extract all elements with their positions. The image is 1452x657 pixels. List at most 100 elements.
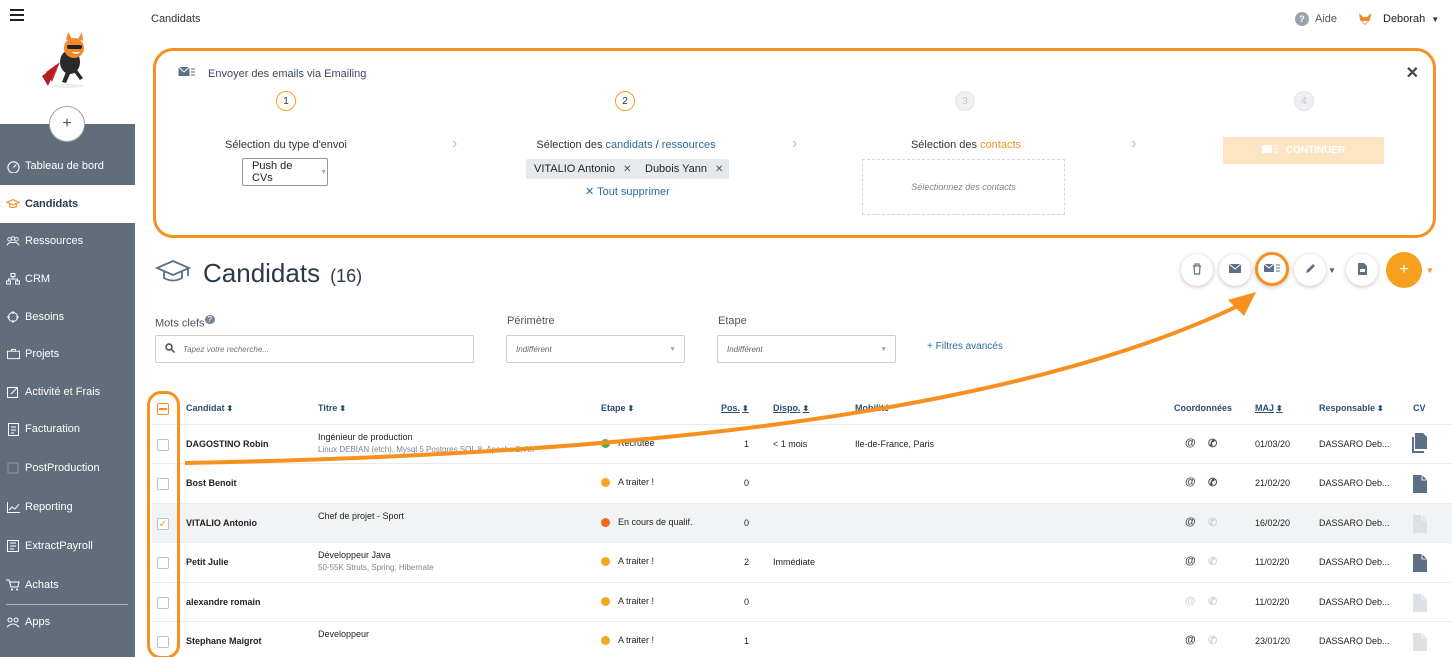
search-field[interactable] (183, 344, 443, 354)
help-icon[interactable]: ? (204, 315, 215, 324)
candidate-name[interactable]: DAGOSTINO Robin (186, 439, 269, 449)
email-icon[interactable]: @ (1185, 634, 1196, 646)
sidebar-item-extractpayroll[interactable]: ExtractPayroll (0, 527, 135, 565)
continue-button[interactable]: CONTINUER (1223, 137, 1384, 164)
chevron-down-icon[interactable]: ▼ (1426, 266, 1434, 275)
breadcrumb: Candidats (151, 13, 201, 25)
help-label: Aide (1315, 13, 1338, 25)
briefcase-icon (6, 347, 20, 361)
remove-chip-icon[interactable]: ✕ (623, 164, 631, 175)
add-candidate-button[interactable]: + (1386, 252, 1422, 288)
emailing-button[interactable] (1255, 252, 1289, 286)
sidebar-item-postproduction[interactable]: PostProduction (0, 449, 135, 487)
hamburger-menu-icon[interactable] (10, 9, 24, 21)
sidebar-item-label: ExtractPayroll (25, 540, 93, 552)
documents-icon[interactable] (1412, 433, 1428, 453)
close-icon[interactable]: ✕ (1406, 63, 1419, 83)
candidate-name[interactable]: Petit Julie (186, 557, 229, 567)
sidebar-item-dashboard[interactable]: Tableau de bord (0, 147, 135, 185)
selected-chip: VITALIO Antonio ✕ (526, 159, 638, 179)
edit-button[interactable] (1294, 254, 1326, 286)
keywords-label: Mots clefs? (155, 315, 215, 330)
candidate-name[interactable]: VITALIO Antonio (186, 518, 257, 528)
file-icon[interactable] (1412, 593, 1428, 613)
apps-icon (6, 615, 20, 629)
send-type-select[interactable]: Push de CVs ▼ (242, 158, 328, 186)
stage-label: En cours de qualif. (618, 517, 693, 527)
search-input[interactable] (155, 335, 474, 363)
file-icon (1357, 262, 1367, 278)
header-responsable[interactable]: Responsable ⬍ (1319, 403, 1384, 413)
close-icon: ✕ (585, 186, 598, 198)
advanced-filters-link[interactable]: + Filtres avancés (927, 341, 1003, 352)
header-candidat[interactable]: Candidat ⬍ (186, 403, 233, 413)
chevron-down-icon[interactable]: ▼ (1328, 266, 1336, 275)
header-etape[interactable]: Etape ⬍ (601, 403, 634, 413)
delete-button[interactable] (1181, 254, 1213, 286)
checkbox-column-highlight (147, 391, 180, 657)
email-icon[interactable]: @ (1185, 437, 1196, 449)
email-list-icon (1263, 263, 1280, 276)
candidate-name[interactable]: Stephane Maigrot (186, 636, 262, 646)
header-dispo[interactable]: Dispo. ⬍ (773, 403, 809, 413)
crosshair-icon (6, 310, 20, 324)
phone-icon[interactable]: ✆ (1208, 437, 1217, 450)
status-dot (601, 439, 610, 449)
email-icon[interactable]: @ (1185, 476, 1196, 488)
header-maj[interactable]: MAJ ⬍ (1255, 403, 1283, 413)
phone-icon[interactable]: ✆ (1208, 516, 1217, 529)
phone-icon[interactable]: ✆ (1208, 476, 1217, 489)
sidebar-item-label: Apps (25, 616, 51, 628)
sidebar-item-crm[interactable]: CRM (0, 260, 135, 298)
export-button[interactable] (1346, 254, 1378, 286)
perimeter-select[interactable]: Indifférent ▼ (506, 335, 685, 363)
candidate-name[interactable]: Bost Benoit (186, 478, 237, 488)
sidebar-item-besoins[interactable]: Besoins (0, 298, 135, 336)
table-row[interactable]: Stephane Maigrot Developpeur A traiter !… (152, 621, 1452, 657)
sidebar-item-reporting[interactable]: Reporting (0, 488, 135, 526)
header-label: Responsable (1319, 403, 1376, 413)
sidebar-item-ressources[interactable]: Ressources (0, 222, 135, 260)
add-button[interactable]: + (49, 106, 85, 142)
table-row[interactable]: ✓ VITALIO Antonio Chef de projet - Sport… (152, 503, 1452, 543)
table-row[interactable]: DAGOSTINO Robin Ingénieur de production … (152, 424, 1452, 464)
email-button[interactable] (1219, 254, 1251, 286)
chevron-down-icon: ▼ (320, 168, 327, 176)
file-icon[interactable] (1412, 553, 1428, 573)
phone-icon[interactable]: ✆ (1208, 555, 1217, 568)
table-row[interactable]: alexandre romain A traiter ! 0 @ ✆ 11/02… (152, 582, 1452, 622)
step-3-label: Sélection des contacts (896, 139, 1036, 151)
header-pos[interactable]: Pos. ⬍ (721, 403, 749, 413)
phone-icon[interactable]: ✆ (1208, 595, 1217, 608)
remove-chip-icon[interactable]: ✕ (715, 164, 723, 175)
phone-icon[interactable]: ✆ (1208, 634, 1217, 647)
email-icon[interactable]: @ (1185, 555, 1196, 567)
sitemap-icon (6, 272, 20, 286)
stage-select[interactable]: Indifférent ▼ (717, 335, 896, 363)
clear-all-link[interactable]: ✕ Tout supprimer (585, 185, 670, 198)
sidebar-item-projets[interactable]: Projets (0, 335, 135, 373)
table-row[interactable]: Petit Julie Développeur Java 50-55K Stru… (152, 542, 1452, 582)
header-label: MAJ (1255, 403, 1275, 413)
file-icon[interactable] (1412, 514, 1428, 534)
step-1-label: Sélection du type d'envoi (225, 139, 347, 151)
sidebar-item-facturation[interactable]: Facturation (0, 410, 135, 448)
candidate-owner: DASSARO Deb... (1319, 439, 1390, 449)
table-row[interactable]: Bost Benoit A traiter ! 0 @ ✆ 21/02/20 D… (152, 463, 1452, 503)
sidebar-item-achats[interactable]: Achats (0, 566, 135, 604)
email-icon[interactable]: @ (1185, 595, 1196, 607)
help-link[interactable]: ? Aide (1295, 12, 1337, 26)
candidate-name[interactable]: alexandre romain (186, 597, 261, 607)
candidate-pos: 1 (744, 636, 750, 646)
sidebar-item-apps[interactable]: Apps (0, 603, 135, 641)
contacts-dropzone[interactable]: Sélectionnez des contacts (862, 159, 1065, 215)
header-titre[interactable]: Titre ⬍ (318, 403, 346, 413)
user-menu[interactable]: Deborah ▼ (1357, 11, 1439, 27)
sidebar-item-activite[interactable]: Activité et Frais (0, 373, 135, 411)
sort-icon: ⬍ (226, 404, 234, 413)
sidebar-item-candidats[interactable]: Candidats (0, 185, 135, 223)
file-icon[interactable] (1412, 474, 1428, 494)
email-icon[interactable]: @ (1185, 516, 1196, 528)
file-icon[interactable] (1412, 632, 1428, 652)
sidebar-item-label: Projets (25, 348, 60, 360)
